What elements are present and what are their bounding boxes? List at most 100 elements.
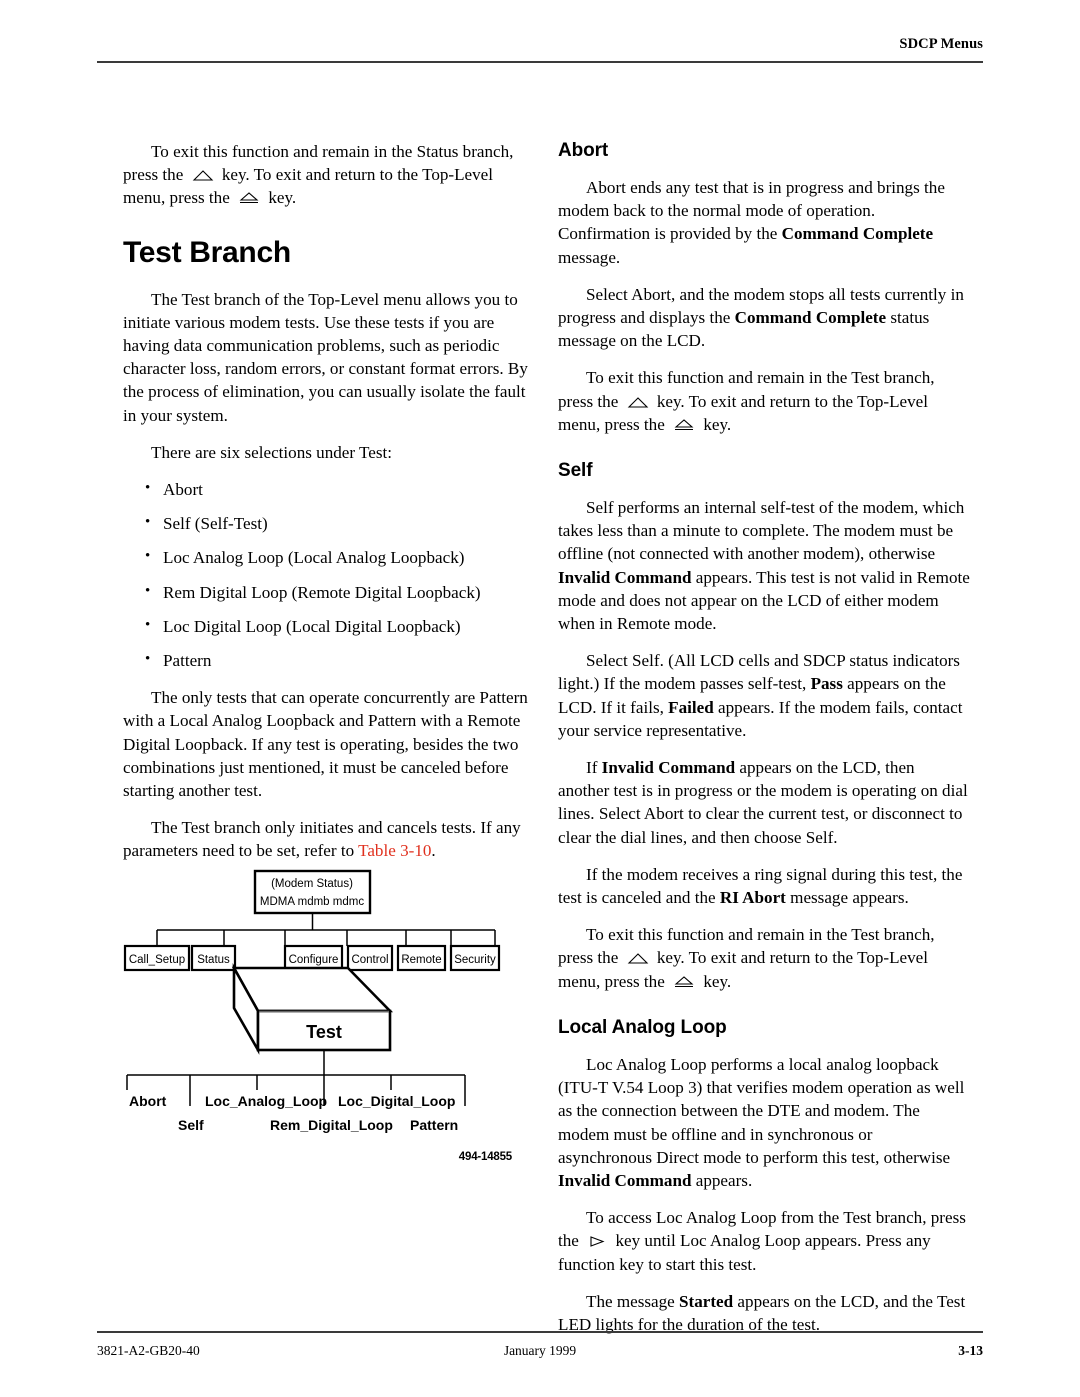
list-item: • Rem Digital Loop (Remote Digital Loopba… — [123, 581, 535, 604]
emphasis-text: Invalid Command — [601, 758, 736, 778]
paragraph-self-4: If the modem receives a ring signal duri… — [558, 863, 970, 909]
emphasis-text: Command Complete — [781, 224, 934, 244]
page-header: SDCP Menus — [97, 36, 983, 66]
diagram-leaf-labels-top: Abort Loc_Analog_Loop Loc_Digital_Loop — [129, 1093, 455, 1109]
header-title: SDCP Menus — [899, 36, 983, 52]
svg-text:(Modem Status): (Modem Status) — [271, 878, 353, 890]
section-heading-local-analog-loop: Local Analog Loop — [558, 1016, 727, 1038]
footer-date: January 1999 — [503, 1343, 577, 1358]
paragraph-concurrent-tests: The only tests that can operate concurre… — [123, 688, 528, 801]
svg-text:Pattern: Pattern — [410, 1117, 458, 1133]
up-triangle-key-icon — [627, 952, 649, 965]
svg-text:Control: Control — [351, 954, 388, 966]
list-item: • Loc Analog Loop (Local Analog Loopback) — [123, 546, 535, 569]
page-footer: 3821-A2-GB20-40 January 1999 3-13 — [97, 1331, 983, 1371]
page-title: Test Branch — [123, 235, 291, 269]
diagram-leaf-labels-bottom: Self Rem_Digital_Loop Pattern — [178, 1117, 458, 1133]
bullet-icon: • — [145, 514, 151, 531]
svg-text:Security: Security — [454, 954, 496, 966]
section-heading-self: Self — [558, 460, 593, 482]
emphasis-text: Invalid Command — [558, 1170, 692, 1190]
bullet-icon: • — [145, 651, 151, 668]
table-cross-reference-link[interactable]: Table 3-10 — [358, 841, 431, 860]
home-triangle-key-icon — [673, 417, 695, 432]
list-item: • Abort — [123, 478, 535, 501]
list-item-label: Rem Digital Loop (Remote Digital Loopbac… — [163, 582, 481, 602]
text-run: The message — [586, 1291, 680, 1311]
paragraph-abort-2: Select Abort, and the modem stops all te… — [558, 283, 970, 353]
list-item: • Loc Digital Loop (Local Digital Loopbac… — [123, 615, 535, 638]
text-run: key. — [264, 188, 297, 208]
svg-text:Status: Status — [197, 954, 230, 966]
footer-page-number: 3-13 — [958, 1343, 983, 1358]
left-column: To exit this function and remain in the … — [123, 140, 535, 877]
paragraph-status-exit: To exit this function and remain in the … — [123, 140, 535, 210]
list-item-label: Abort — [163, 480, 203, 500]
up-triangle-key-icon — [627, 396, 649, 409]
paragraph-table-reference: The Test branch only initiates and cance… — [123, 816, 535, 862]
home-triangle-key-icon — [673, 974, 695, 989]
svg-text:Test: Test — [306, 1022, 342, 1042]
paragraph-abort-3: To exit this function and remain in the … — [558, 366, 970, 436]
bullet-icon: • — [145, 616, 151, 633]
paragraph-lal-1: Loc Analog Loop performs a local analog … — [558, 1053, 970, 1192]
text-run: Self performs an internal self-test of t… — [558, 498, 965, 564]
text-run: appears. — [691, 1170, 753, 1190]
text-run: key. — [699, 971, 732, 991]
svg-text:Configure: Configure — [289, 954, 339, 966]
list-item-label: Loc Analog Loop (Local Analog Loopback) — [163, 548, 465, 568]
paragraph-test-overview: The Test branch of the Top-Level menu al… — [123, 289, 528, 425]
right-triangle-key-icon — [587, 1235, 607, 1248]
section-heading-abort: Abort — [558, 140, 609, 161]
list-item: • Pattern — [123, 649, 535, 672]
paragraph-self-3: If Invalid Command appears on the LCD, t… — [558, 756, 970, 849]
emphasis-text: RI Abort — [719, 888, 786, 908]
svg-text:Remote: Remote — [401, 954, 441, 966]
svg-text:Rem_Digital_Loop: Rem_Digital_Loop — [270, 1117, 393, 1133]
svg-text:Loc_Digital_Loop: Loc_Digital_Loop — [338, 1093, 455, 1109]
menu-tree-diagram: (Modem Status) MDMA mdmb mdmc Call_Setup… — [110, 868, 520, 1163]
text-run: key until Loc Analog Loop appears. Press… — [558, 1231, 931, 1274]
svg-text:Self: Self — [178, 1117, 204, 1133]
svg-text:Loc_Analog_Loop: Loc_Analog_Loop — [205, 1093, 327, 1109]
footer-rule — [97, 1331, 983, 1333]
paragraph-self-5: To exit this function and remain in the … — [558, 923, 970, 993]
header-rule — [97, 61, 983, 63]
bullet-icon: • — [145, 480, 151, 497]
emphasis-text: Command Complete — [734, 308, 887, 328]
bullet-icon: • — [145, 548, 151, 565]
home-triangle-key-icon — [238, 190, 260, 205]
text-run: key. — [699, 414, 732, 434]
diagram-root-box: (Modem Status) MDMA mdmb mdmc — [253, 869, 372, 915]
emphasis-text: Failed — [668, 697, 714, 717]
emphasis-text: Pass — [810, 674, 843, 694]
list-item: • Self (Self-Test) — [123, 512, 535, 535]
paragraph-lal-3: The message Started appears on the LCD, … — [558, 1290, 970, 1336]
emphasis-text: Invalid Command — [558, 567, 692, 587]
bullet-icon: • — [145, 582, 151, 599]
text-run: Loc Analog Loop performs a local analog … — [558, 1054, 965, 1167]
svg-text:Call_Setup: Call_Setup — [129, 954, 185, 966]
paragraph-lal-2: To access Loc Analog Loop from the Test … — [558, 1206, 970, 1276]
text-run: If — [586, 758, 602, 778]
text-run: message appears. — [785, 888, 909, 908]
figure-id: 494-14855 — [458, 1151, 512, 1163]
text-run: . — [431, 841, 436, 861]
text-run: The Test branch only initiates and cance… — [123, 818, 521, 861]
paragraph-self-1: Self performs an internal self-test of t… — [558, 496, 970, 635]
list-item-label: Loc Digital Loop (Local Digital Loopback… — [163, 616, 461, 636]
paragraph-abort-1: Abort ends any test that is in progress … — [558, 176, 970, 269]
paragraph-selections-lead: There are six selections under Test: — [151, 442, 393, 462]
emphasis-text: Started — [679, 1291, 734, 1311]
svg-text:Abort: Abort — [129, 1093, 167, 1109]
diagram-level1-boxes: Call_Setup Status Configure Control Remo… — [123, 944, 501, 972]
diagram-test-box: Test — [231, 963, 394, 1055]
right-column: Abort Abort ends any test that is in pro… — [558, 140, 970, 1350]
paragraph-self-2: Select Self. (All LCD cells and SDCP sta… — [558, 649, 970, 742]
list-item-label: Pattern — [163, 651, 212, 671]
up-triangle-key-icon — [192, 169, 214, 182]
text-run: message. — [558, 247, 621, 267]
test-selections-list: • Abort • Self (Self-Test) • Loc Analog Loo… — [123, 478, 535, 672]
svg-text:MDMA mdmb mdmc: MDMA mdmb mdmc — [260, 896, 364, 908]
list-item-label: Self (Self-Test) — [163, 514, 268, 534]
